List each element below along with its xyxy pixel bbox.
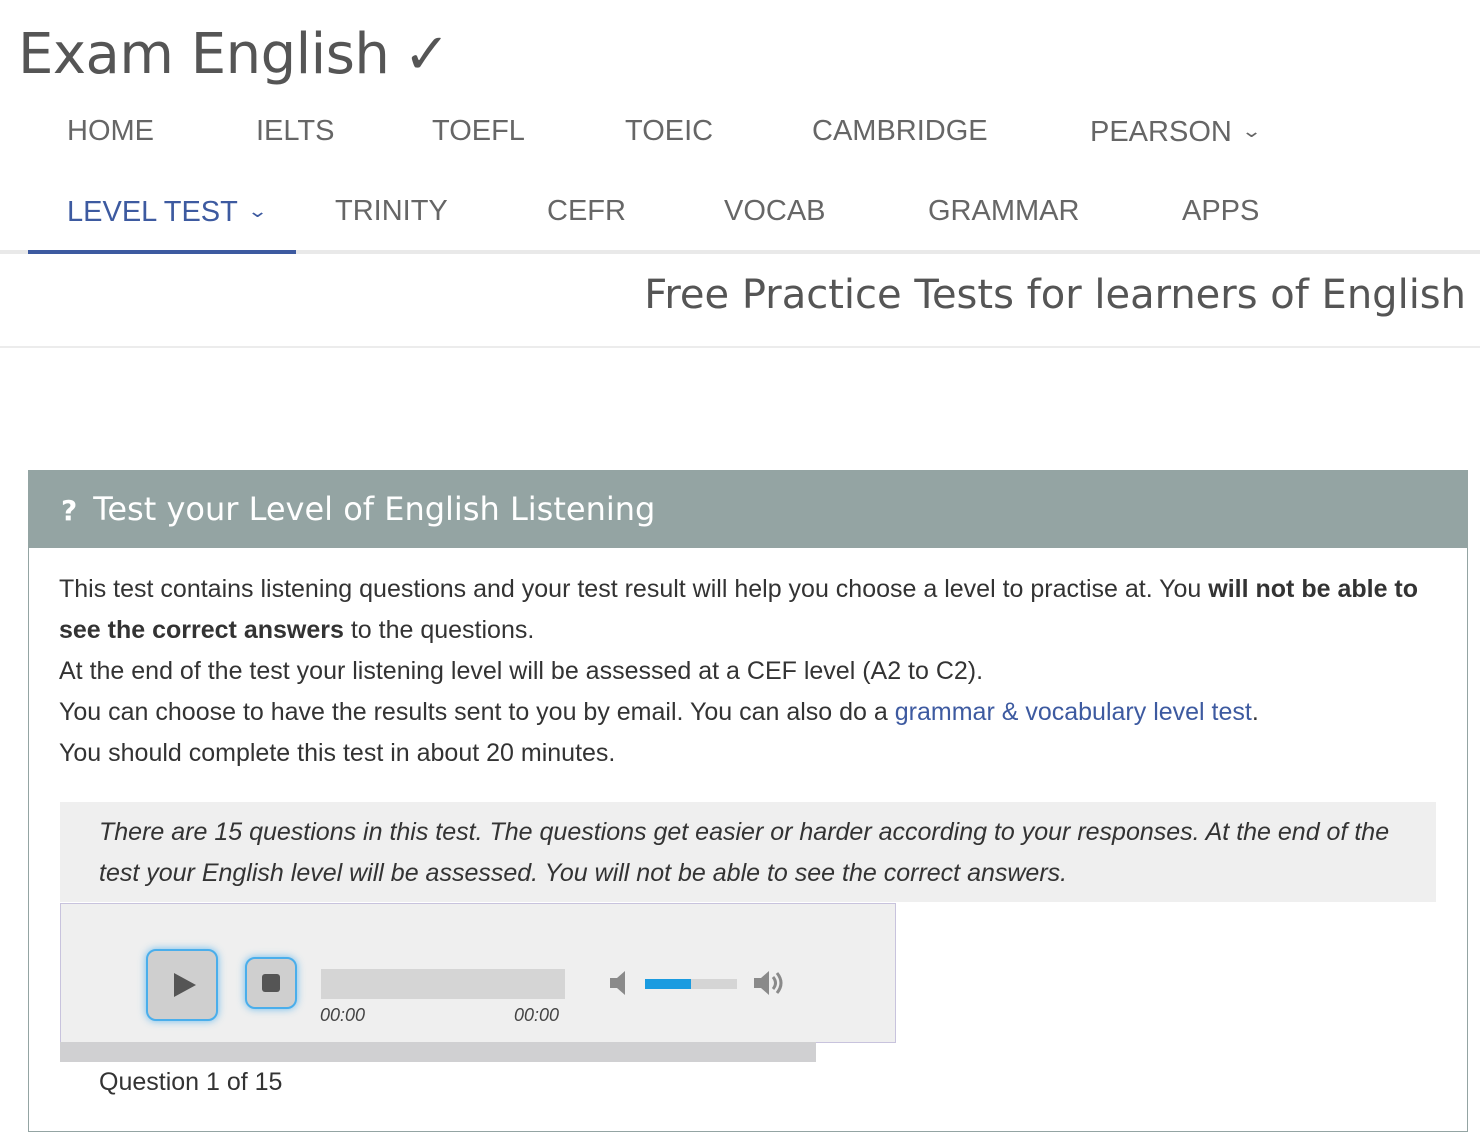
- question-counter: Question 1 of 15: [99, 1068, 283, 1096]
- chevron-down-icon: ⌄: [1240, 121, 1262, 141]
- volume-mute-icon[interactable]: [607, 968, 637, 998]
- instructions-note: There are 15 questions in this test. The…: [60, 802, 1436, 902]
- volume-level: [645, 979, 691, 989]
- nav-ielts[interactable]: IELTS: [256, 92, 334, 172]
- nav-row-1: HOME IELTS TOEFL TOEIC CAMBRIDGE PEARSON…: [0, 92, 1480, 172]
- current-time: 00:00: [320, 1005, 366, 1025]
- duration-time: 00:00: [514, 1005, 560, 1025]
- play-icon: [173, 973, 196, 997]
- site-tagline: Free Practice Tests for learners of Engl…: [644, 272, 1466, 318]
- nav-cambridge[interactable]: CAMBRIDGE: [812, 92, 988, 172]
- intro-text: This test contains listening questions a…: [59, 569, 1439, 774]
- panel-header: ? Test your Level of English Listening: [29, 471, 1467, 548]
- question-mark-icon: ?: [61, 494, 78, 527]
- stop-button[interactable]: [245, 957, 297, 1009]
- nav-vocab[interactable]: VOCAB: [724, 172, 826, 252]
- player-footer-bar: [60, 1042, 816, 1062]
- nav-home[interactable]: HOME: [67, 92, 154, 172]
- checkmark-icon: ✓: [403, 22, 450, 87]
- nav-row-2: LEVEL TEST ⌄ TRINITY CEFR VOCAB GRAMMAR A…: [0, 172, 1480, 252]
- nav-pearson[interactable]: PEARSON ⌄: [1090, 92, 1262, 172]
- header-divider: [0, 346, 1480, 348]
- intro-line-2: At the end of the test your listening le…: [59, 657, 984, 685]
- intro-line-4: You should complete this test in about 2…: [59, 739, 616, 767]
- play-button[interactable]: [146, 949, 218, 1021]
- nav-grammar[interactable]: GRAMMAR: [928, 172, 1079, 252]
- panel-title: Test your Level of English Listening: [93, 490, 656, 528]
- volume-max-icon[interactable]: [751, 968, 787, 998]
- intro-line-1: This test contains listening questions a…: [59, 575, 1419, 644]
- active-tab-indicator: [28, 250, 296, 254]
- stop-icon: [262, 974, 280, 992]
- nav-trinity[interactable]: TRINITY: [335, 172, 448, 252]
- nav-cefr[interactable]: CEFR: [547, 172, 626, 252]
- audio-player: 00:00 00:00: [60, 903, 896, 1043]
- brand-name: Exam English: [18, 22, 390, 87]
- nav-level-test[interactable]: LEVEL TEST ⌄: [67, 172, 268, 252]
- nav-toefl[interactable]: TOEFL: [432, 92, 525, 172]
- nav-toeic[interactable]: TOEIC: [625, 92, 713, 172]
- intro-line-3: You can choose to have the results sent …: [59, 698, 1259, 726]
- audio-progress-bar[interactable]: [321, 969, 565, 999]
- volume-slider[interactable]: [645, 979, 737, 989]
- site-logo[interactable]: Exam English ✓: [18, 22, 450, 87]
- grammar-vocab-test-link[interactable]: grammar & vocabulary level test: [895, 698, 1252, 726]
- chevron-down-icon: ⌄: [246, 201, 268, 221]
- nav-apps[interactable]: APPS: [1182, 172, 1259, 252]
- test-panel: ? Test your Level of English Listening Th…: [28, 470, 1468, 1132]
